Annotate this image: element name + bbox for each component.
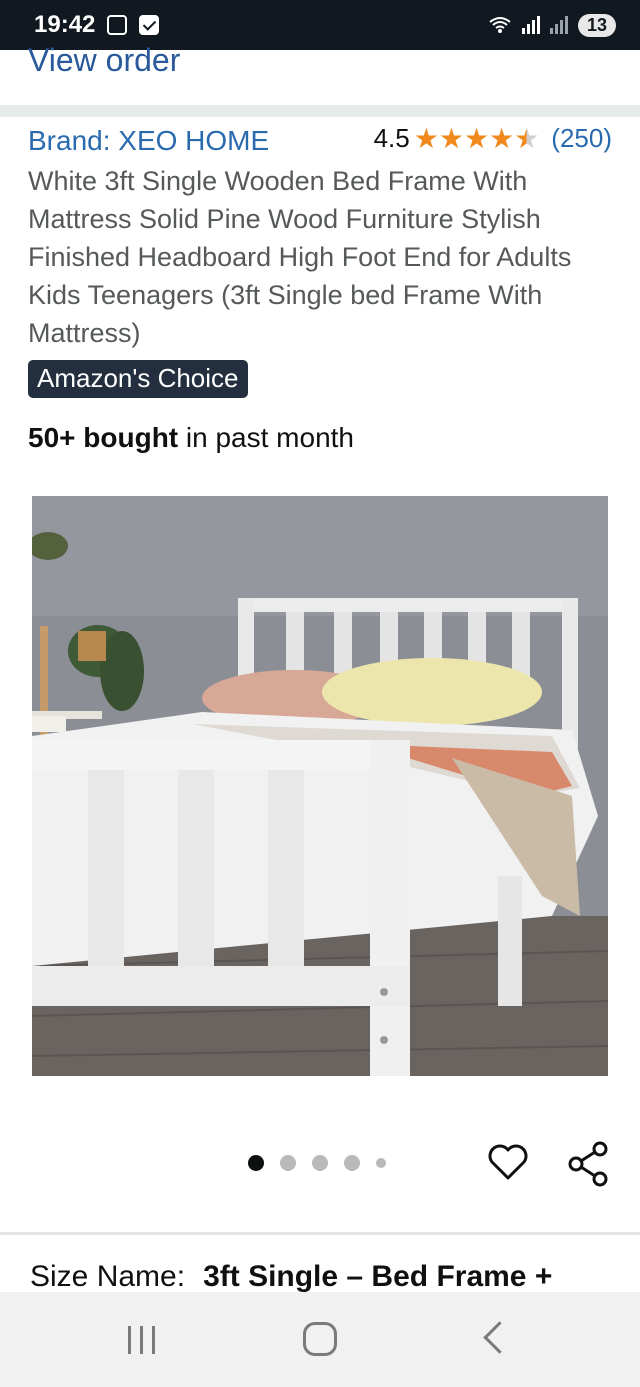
bought-in-past-month: 50+ bought in past month [28, 422, 354, 454]
bought-suffix: in past month [178, 422, 354, 453]
brand-link[interactable]: Brand: XEO HOME [28, 125, 269, 157]
section-divider [0, 105, 640, 117]
wifi-icon [489, 17, 511, 33]
size-label: Size Name: [30, 1260, 186, 1293]
amazons-choice-badge: Amazon's Choice [28, 360, 248, 398]
section-divider [0, 1232, 640, 1235]
product-image[interactable] [32, 496, 608, 1076]
carousel-dot[interactable] [344, 1155, 360, 1171]
add-to-list-button[interactable] [486, 1140, 530, 1184]
view-order-link[interactable]: View order [28, 42, 180, 78]
star-icon: ★ [489, 122, 515, 154]
check-icon [139, 15, 160, 35]
share-button[interactable] [566, 1140, 610, 1188]
star-icon: ★ [438, 122, 464, 154]
signal-icon-secondary [549, 16, 568, 34]
carousel-dot[interactable] [248, 1155, 264, 1171]
bought-count: 50+ bought [28, 422, 179, 453]
carousel-dot[interactable] [280, 1155, 296, 1171]
status-time: 19:42 [34, 11, 96, 38]
review-count-link[interactable]: (250) [551, 123, 612, 154]
size-value: 3ft Single – Bed Frame + [203, 1260, 553, 1293]
rating-number: 4.5 [373, 123, 410, 153]
product-title: White 3ft Single Wooden Bed Frame With M… [28, 166, 572, 348]
battery-indicator: 13 [577, 13, 616, 37]
star-icon: ★ [413, 122, 439, 154]
rating-summary[interactable]: 4.5 ★ ★ ★ ★ ★ (250) [374, 123, 612, 154]
carousel-dot[interactable] [376, 1158, 386, 1168]
recent-apps-button[interactable] [128, 1326, 155, 1354]
star-rating: ★ ★ ★ ★ ★ [413, 122, 540, 154]
system-nav-bar [0, 1292, 640, 1387]
size-selector[interactable]: Size Name: 3ft Single – Bed Frame + [30, 1260, 630, 1294]
signal-icon [521, 16, 540, 34]
carousel-indicator [248, 1155, 386, 1171]
share-icon [568, 1141, 608, 1187]
carousel-dot[interactable] [312, 1155, 328, 1171]
heart-icon [488, 1144, 528, 1180]
star-icon: ★ [463, 122, 490, 154]
back-button[interactable] [483, 1321, 516, 1354]
half-star-icon: ★ [514, 122, 540, 154]
screenshot-icon [107, 15, 128, 35]
bed-photo-illustration [32, 496, 608, 1076]
home-button[interactable] [303, 1322, 337, 1356]
